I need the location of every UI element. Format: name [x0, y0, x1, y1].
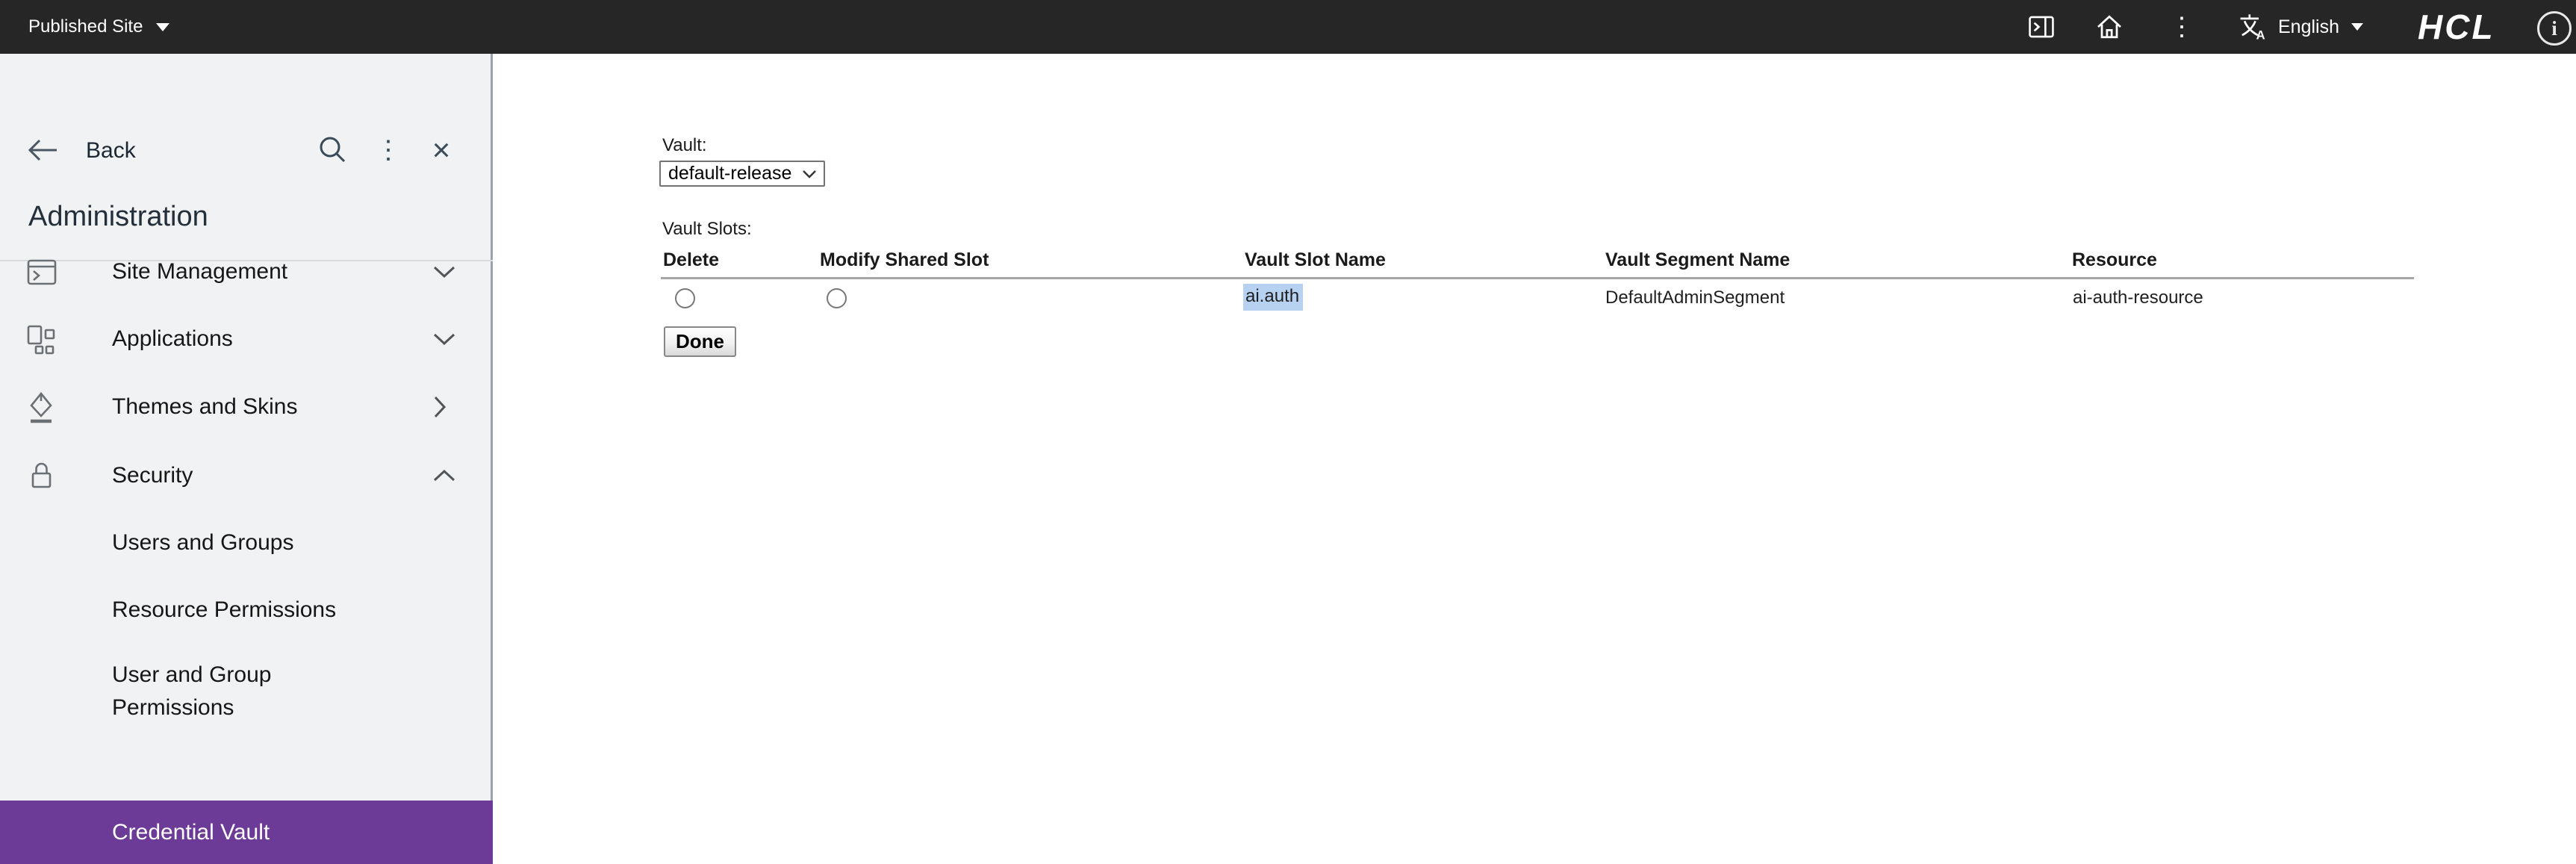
table-header-rule	[661, 277, 2414, 279]
administration-sidebar: Back ⋮ × Administration Site Management	[0, 54, 493, 864]
top-bar: Published Site ⋮ A English HCL i	[0, 0, 2576, 54]
sidebar-item-credential-vault[interactable]: Credential Vault	[0, 801, 493, 864]
sidebar-item-label: Themes and Skins	[112, 394, 298, 419]
chevron-up-icon	[432, 467, 457, 484]
chevron-down-icon	[801, 169, 818, 179]
done-button[interactable]: Done	[664, 326, 736, 357]
theme-pen-icon	[25, 391, 58, 423]
back-button[interactable]: Back	[86, 138, 136, 164]
sidebar-item-label: Resource Permissions	[112, 597, 337, 622]
sidebar-item-security[interactable]: Security	[0, 442, 493, 509]
published-site-menu[interactable]: Published Site	[28, 0, 170, 54]
svg-text:A: A	[2256, 28, 2265, 42]
home-icon[interactable]	[2093, 0, 2126, 54]
vault-segment-name-cell: DefaultAdminSegment	[1605, 288, 1785, 308]
close-icon[interactable]: ×	[423, 132, 459, 168]
hcl-logo-text: HCL	[2418, 7, 2495, 46]
back-row: Back ⋮ ×	[0, 128, 493, 172]
credential-vault-content: Vault: default-release Vault Slots: Dele…	[495, 54, 2576, 812]
column-header-delete: Delete	[663, 249, 720, 270]
column-header-modify-shared-slot: Modify Shared Slot	[820, 249, 989, 270]
sidebar-item-label: Site Management	[112, 259, 288, 284]
delete-radio[interactable]	[675, 288, 695, 308]
console-panel-icon[interactable]	[2025, 0, 2058, 54]
column-header-vault-slot-name: Vault Slot Name	[1245, 249, 1386, 270]
lock-icon	[25, 459, 58, 492]
search-icon[interactable]	[314, 132, 350, 168]
sidebar-item-applications[interactable]: Applications	[0, 305, 493, 373]
kebab-menu-icon[interactable]: ⋮	[370, 132, 406, 168]
resource-cell: ai-auth-resource	[2073, 288, 2203, 308]
vault-slot-name-cell[interactable]: ai.auth	[1243, 284, 1304, 311]
column-header-vault-segment-name: Vault Segment Name	[1605, 249, 1791, 270]
info-icon[interactable]: i	[2537, 11, 2572, 46]
sidebar-item-label: User and Group Permissions	[112, 662, 272, 720]
sidebar-item-label: Security	[112, 463, 193, 488]
vault-slots-label: Vault Slots:	[662, 219, 752, 239]
translate-icon: A	[2236, 12, 2266, 42]
back-arrow-icon[interactable]	[25, 134, 60, 167]
published-site-label: Published Site	[28, 16, 143, 37]
language-selector[interactable]: A English	[2236, 0, 2363, 54]
sidebar-item-user-and-group-permissions[interactable]: User and Group Permissions	[0, 651, 493, 747]
sidebar-item-label: Users and Groups	[112, 530, 294, 555]
vault-select-value: default-release	[668, 163, 792, 184]
language-label: English	[2278, 16, 2339, 37]
chevron-down-icon	[2351, 23, 2363, 31]
vault-label: Vault:	[662, 135, 707, 155]
chevron-down-icon	[432, 264, 457, 280]
column-header-resource: Resource	[2072, 249, 2157, 270]
sidebar-item-label: Credential Vault	[112, 819, 270, 845]
info-glyph: i	[2551, 16, 2557, 40]
sidebar-item-users-and-groups[interactable]: Users and Groups	[0, 510, 493, 576]
applications-icon	[25, 323, 58, 355]
overflow-menu-icon[interactable]: ⋮	[2165, 0, 2198, 54]
kebab-glyph: ⋮	[376, 136, 401, 164]
kebab-glyph: ⋮	[2169, 12, 2194, 41]
site-window-icon	[25, 255, 58, 288]
chevron-down-icon	[156, 22, 170, 31]
chevron-down-icon	[432, 331, 457, 347]
chevron-right-icon	[432, 394, 448, 420]
sidebar-item-site-management[interactable]: Site Management	[0, 238, 493, 305]
sidebar-item-label: Applications	[112, 326, 233, 351]
modify-shared-slot-radio[interactable]	[827, 288, 847, 308]
sidebar-item-resource-permissions[interactable]: Resource Permissions	[0, 577, 493, 643]
vault-select[interactable]: default-release	[659, 161, 825, 187]
page-title: Administration	[28, 201, 208, 232]
close-glyph: ×	[432, 132, 451, 167]
hcl-logo: HCL	[2418, 0, 2495, 54]
sidebar-item-themes-and-skins[interactable]: Themes and Skins	[0, 373, 493, 441]
